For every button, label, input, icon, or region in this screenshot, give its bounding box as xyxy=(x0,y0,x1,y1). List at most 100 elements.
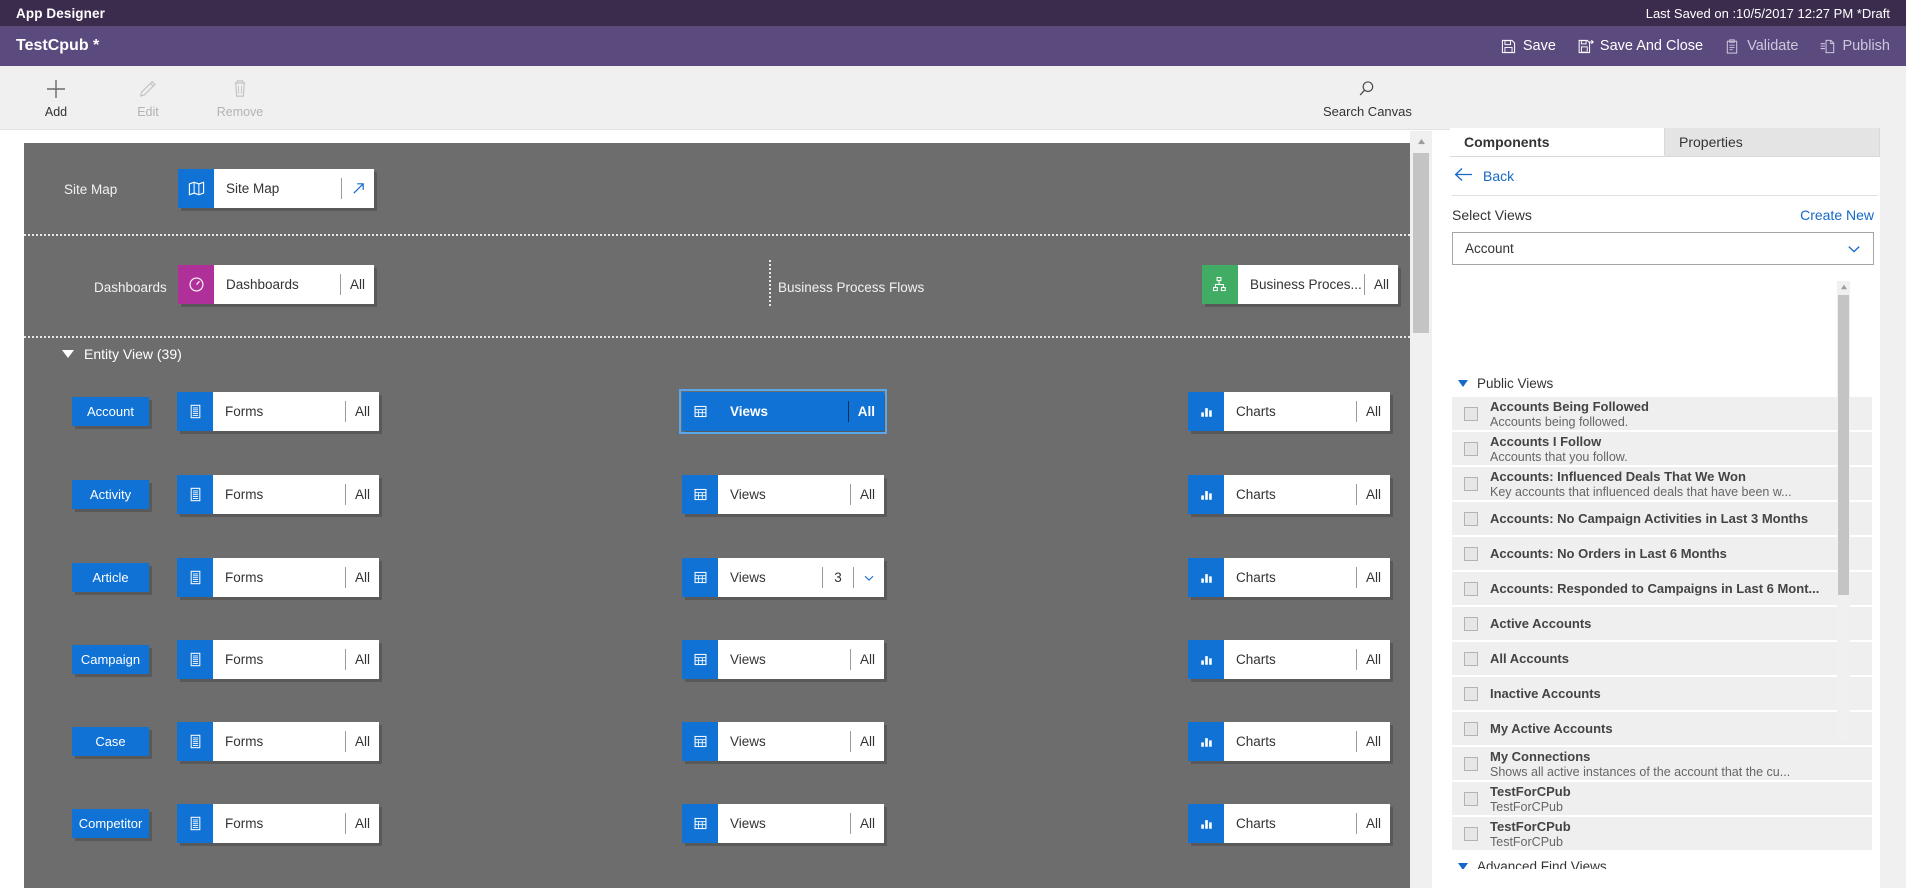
charts-tile-campaign[interactable]: Charts All xyxy=(1188,640,1390,679)
dashboards-tile[interactable]: Dashboards All xyxy=(178,265,374,304)
charts-tile-competitor[interactable]: Charts All xyxy=(1188,804,1390,843)
view-checkbox[interactable] xyxy=(1464,791,1478,806)
views-tile-account[interactable]: Views All xyxy=(679,389,887,434)
scroll-up-arrow-icon[interactable] xyxy=(1410,133,1432,149)
entity-pill-competitor[interactable]: Competitor xyxy=(72,809,149,838)
views-tile-competitor[interactable]: Views All xyxy=(682,804,884,843)
view-list-item[interactable]: TestForCPub TestForCPub xyxy=(1452,782,1872,817)
view-list-item[interactable]: Accounts: Responded to Campaigns in Last… xyxy=(1452,572,1872,607)
view-checkbox[interactable] xyxy=(1464,511,1478,526)
create-new-link[interactable]: Create New xyxy=(1800,207,1874,223)
forms-tile-case[interactable]: Forms All xyxy=(177,722,379,761)
tab-properties-label: Properties xyxy=(1679,134,1743,150)
dashboard-icon xyxy=(178,265,214,304)
group-header-public-views[interactable]: Public Views xyxy=(1452,369,1872,397)
forms-icon xyxy=(177,640,213,679)
view-checkbox[interactable] xyxy=(1464,406,1478,421)
view-subtitle: TestForCPub xyxy=(1490,799,1563,814)
forms-tile-account[interactable]: Forms All xyxy=(177,392,379,431)
chevron-down-icon xyxy=(1458,379,1468,387)
view-list-item[interactable]: Accounts Being Followed Accounts being f… xyxy=(1452,397,1872,432)
app-name-title: TestCpub * xyxy=(16,37,100,54)
views-tile-activity[interactable]: Views All xyxy=(682,475,884,514)
save-button[interactable]: Save xyxy=(1501,38,1556,54)
canvas-scrollbar[interactable] xyxy=(1410,131,1432,888)
entity-pill-activity[interactable]: Activity xyxy=(72,480,149,509)
views-icon xyxy=(682,558,718,597)
view-checkbox[interactable] xyxy=(1464,721,1478,736)
forms-tile-activity[interactable]: Forms All xyxy=(177,475,379,514)
view-checkbox[interactable] xyxy=(1464,476,1478,491)
charts-tile-article[interactable]: Charts All xyxy=(1188,558,1390,597)
scroll-up-arrow-icon[interactable] xyxy=(1837,281,1850,293)
view-list-item[interactable]: Accounts: No Campaign Activities in Last… xyxy=(1452,502,1872,537)
views-list[interactable]: Public Views Accounts Being Followed Acc… xyxy=(1452,369,1872,869)
view-list-item[interactable]: Inactive Accounts xyxy=(1452,677,1872,712)
views-tile-campaign[interactable]: Views All xyxy=(682,640,884,679)
view-text: My Active Accounts xyxy=(1490,721,1613,736)
save-and-close-button[interactable]: Save And Close xyxy=(1578,38,1703,54)
forms-tile-competitor[interactable]: Forms All xyxy=(177,804,379,843)
views-tile-article[interactable]: Views 3 xyxy=(682,558,884,597)
tab-components[interactable]: Components xyxy=(1450,128,1665,156)
forms-tile-article[interactable]: Forms All xyxy=(177,558,379,597)
bpf-tile-label: Business Proces... xyxy=(1250,277,1362,292)
last-saved-status: Last Saved on :10/5/2017 12:27 PM *Draft xyxy=(1645,5,1890,21)
view-checkbox[interactable] xyxy=(1464,546,1478,561)
entity-pill-case[interactable]: Case xyxy=(72,727,149,756)
view-checkbox[interactable] xyxy=(1464,581,1478,596)
view-list-item[interactable]: All Accounts xyxy=(1452,642,1872,677)
view-list-item[interactable]: Accounts: No Orders in Last 6 Months xyxy=(1452,537,1872,572)
view-list-item[interactable]: TestForCPub TestForCPub xyxy=(1452,817,1872,852)
view-checkbox[interactable] xyxy=(1464,616,1478,631)
entity-pill-article[interactable]: Article xyxy=(72,563,149,592)
views-tile-case[interactable]: Views All xyxy=(682,722,884,761)
open-icon[interactable] xyxy=(342,169,374,208)
publish-button[interactable]: Publish xyxy=(1820,38,1890,54)
chevron-down-icon xyxy=(1458,862,1468,869)
view-list-item[interactable]: Active Accounts xyxy=(1452,607,1872,642)
view-checkbox[interactable] xyxy=(1464,441,1478,456)
group-header-advanced-find-views[interactable]: Advanced Find Views xyxy=(1452,852,1872,869)
view-checkbox[interactable] xyxy=(1464,756,1478,771)
edit-button[interactable]: Edit xyxy=(116,70,180,119)
view-title: TestForCPub xyxy=(1490,783,1571,799)
view-text: Accounts: No Campaign Activities in Last… xyxy=(1490,511,1808,526)
entity-select-dropdown[interactable]: Account xyxy=(1452,232,1874,265)
charts-tile-account[interactable]: Charts All xyxy=(1188,392,1390,431)
add-button[interactable]: Add xyxy=(24,70,88,119)
tab-properties[interactable]: Properties xyxy=(1665,128,1880,156)
entity-pill-label: Activity xyxy=(89,487,132,502)
command-bar-actions: Save Save And Close Validate Publish xyxy=(1501,38,1890,54)
search-canvas-button[interactable]: Search Canvas xyxy=(1323,76,1412,119)
views-tile-label: Views xyxy=(730,816,766,831)
forms-icon xyxy=(177,558,213,597)
views-list-scrollbar-thumb[interactable] xyxy=(1838,295,1849,595)
view-list-item[interactable]: My Active Accounts xyxy=(1452,712,1872,747)
view-checkbox[interactable] xyxy=(1464,651,1478,666)
remove-button[interactable]: Remove xyxy=(208,70,272,119)
canvas-band-sitemap: Site Map Site Map xyxy=(24,143,1410,236)
view-checkbox[interactable] xyxy=(1464,826,1478,841)
view-list-item[interactable]: Accounts: Influenced Deals That We Won K… xyxy=(1452,467,1872,502)
charts-tile-case[interactable]: Charts All xyxy=(1188,722,1390,761)
sitemap-tile[interactable]: Site Map xyxy=(178,169,374,208)
forms-tile-label: Forms xyxy=(225,816,264,831)
canvas-scrollbar-thumb[interactable] xyxy=(1413,153,1429,333)
back-button[interactable]: Back xyxy=(1450,157,1880,195)
entity-view-header[interactable]: Entity View (39) xyxy=(62,346,182,362)
entity-pill-campaign[interactable]: Campaign xyxy=(72,645,149,674)
business-process-flows-tile[interactable]: Business Proces... All xyxy=(1202,265,1398,304)
tab-components-label: Components xyxy=(1464,133,1550,150)
view-list-item[interactable]: My Connections Shows all active instance… xyxy=(1452,747,1872,782)
views-list-scrollbar[interactable] xyxy=(1837,281,1850,741)
chevron-down-icon[interactable] xyxy=(854,558,884,597)
view-checkbox[interactable] xyxy=(1464,686,1478,701)
entity-pill-account[interactable]: Account xyxy=(72,397,149,426)
validate-button[interactable]: Validate xyxy=(1725,38,1798,54)
charts-tile-label: Charts xyxy=(1236,734,1276,749)
forms-tile-campaign[interactable]: Forms All xyxy=(177,640,379,679)
view-list-item[interactable]: Accounts I Follow Accounts that you foll… xyxy=(1452,432,1872,467)
forms-tile-label: Forms xyxy=(225,652,264,667)
charts-tile-activity[interactable]: Charts All xyxy=(1188,475,1390,514)
